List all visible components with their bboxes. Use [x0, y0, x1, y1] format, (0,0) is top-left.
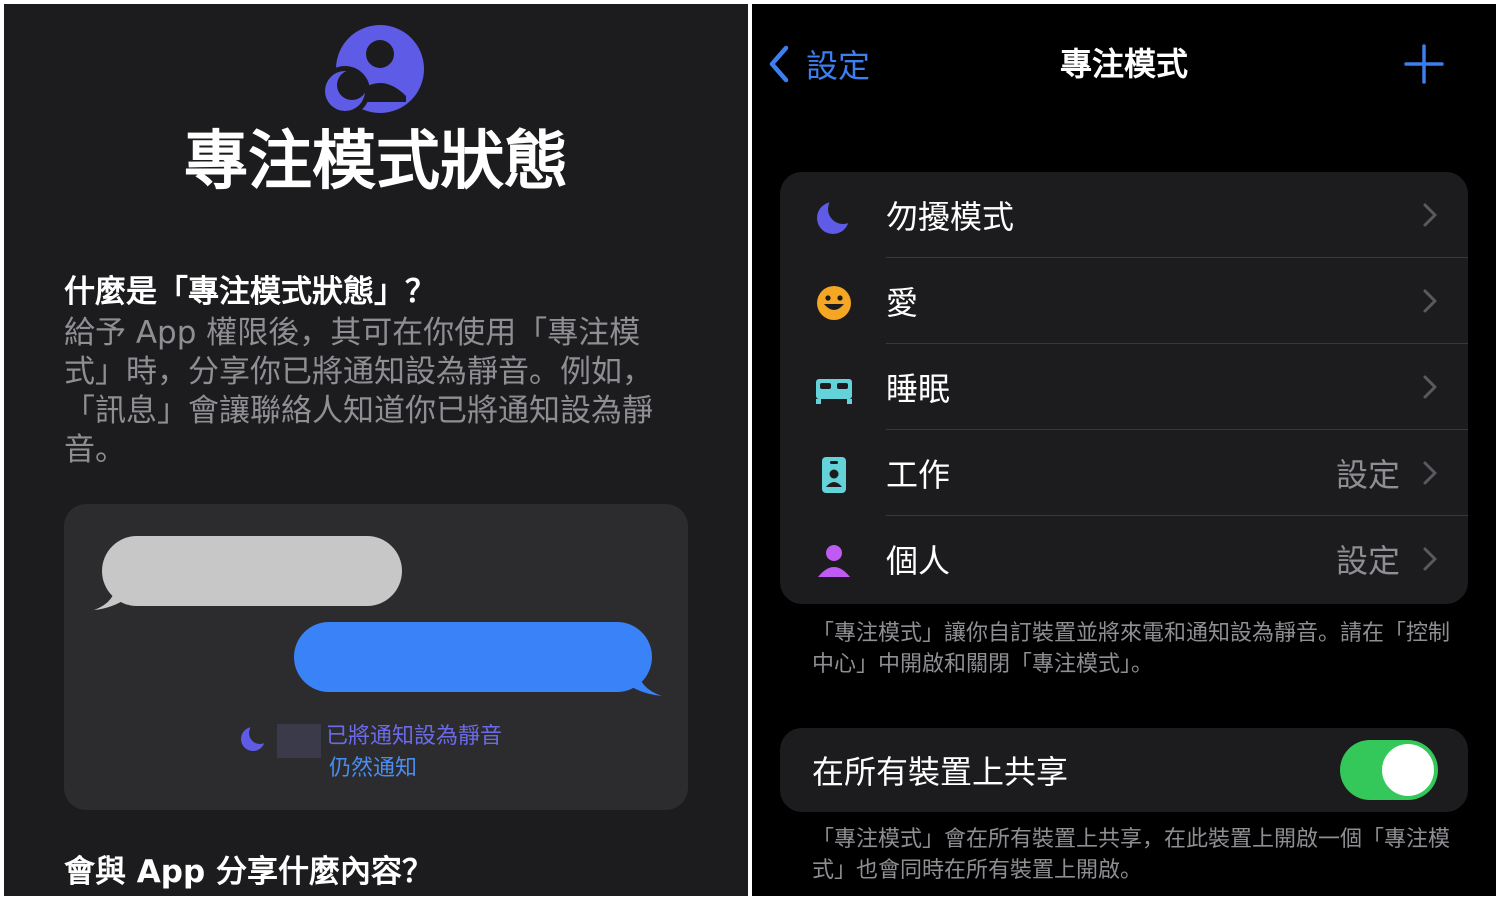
- message-preview-card: 已將通知設為靜音 仍然通知: [64, 504, 688, 810]
- incoming-bubble-tail: [94, 582, 130, 610]
- chevron-right-icon: [1423, 547, 1437, 571]
- focus-row-sleep[interactable]: 睡眠: [780, 344, 1468, 430]
- chevron-right-icon: [1423, 203, 1437, 227]
- focus-row-label: 愛: [886, 284, 919, 322]
- share-across-devices-toggle[interactable]: [1340, 740, 1438, 800]
- focus-settings-panel: 設定 專注模式 勿擾模式 愛 睡眠 工作 設定 個人 設定 「專注模式」讓你自訂…: [752, 4, 1496, 896]
- focus-row-label: 個人: [886, 542, 951, 580]
- moon-icon: [241, 726, 266, 751]
- id-badge-icon: [822, 457, 846, 493]
- share-across-devices-label: 在所有裝置上共享: [812, 753, 1069, 791]
- focus-row-personal[interactable]: 個人 設定: [780, 516, 1468, 602]
- person-icon: [818, 545, 850, 577]
- focus-row-work[interactable]: 工作 設定: [780, 430, 1468, 516]
- focus-row-label: 工作: [886, 456, 951, 494]
- focus-row-value: 設定: [1335, 456, 1400, 494]
- bed-icon: [816, 379, 852, 404]
- moon-icon: [817, 197, 854, 234]
- outgoing-message-bubble: [294, 622, 652, 692]
- chevron-right-icon: [1423, 375, 1437, 399]
- smiley-icon: [817, 286, 851, 320]
- share-across-devices-row: 在所有裝置上共享: [780, 728, 1468, 812]
- description-text: 給予 App 權限後，其可在你使用「專注模式」時，分享你已將通知設為靜音。例如，…: [64, 315, 653, 468]
- nav-title: 專注模式: [1059, 45, 1188, 83]
- contact-name-placeholder: [277, 724, 321, 758]
- focus-status-logo-icon: [320, 25, 424, 116]
- incoming-message-bubble: [102, 536, 402, 606]
- notify-anyway-link[interactable]: 仍然通知: [329, 754, 417, 784]
- silenced-status-text: 已將通知設為靜音: [326, 724, 503, 749]
- toggle-knob: [1382, 744, 1434, 796]
- focus-mode-list: 勿擾模式 愛 睡眠 工作 設定 個人 設定: [780, 172, 1468, 604]
- focus-row-value: 設定: [1335, 542, 1400, 580]
- focus-row-label: 睡眠: [886, 370, 951, 408]
- plus-icon[interactable]: [1404, 44, 1444, 84]
- chevron-right-icon: [1423, 289, 1437, 313]
- page-title: 專注模式狀態: [184, 125, 568, 199]
- focus-row-love[interactable]: 愛: [780, 258, 1468, 344]
- screenshot-frame: 專注模式狀態 什麼是「專注模式狀態」？ 給予 App 權限後，其可在你使用「專注…: [0, 0, 1500, 900]
- chevron-right-icon: [1423, 461, 1437, 485]
- share-footnote: 「專注模式」會在所有裝置上共享，在此裝置上開啟一個「專注模式」也會同時在所有裝置…: [812, 827, 1451, 883]
- focus-row-do-not-disturb[interactable]: 勿擾模式: [780, 172, 1468, 258]
- outgoing-bubble-tail: [624, 668, 662, 696]
- focus-footnote: 「專注模式」讓你自訂裝置並將來電和通知設為靜音。請在「控制中心」中開啟和關閉「專…: [812, 621, 1451, 677]
- focus-status-panel: 專注模式狀態 什麼是「專注模式狀態」？ 給予 App 權限後，其可在你使用「專注…: [4, 4, 748, 896]
- focus-row-label: 勿擾模式: [886, 198, 1015, 236]
- what-is-heading: 什麼是「專注模式狀態」？: [64, 274, 436, 310]
- what-is-shared-heading: 會與 App 分享什麼內容？: [64, 854, 433, 890]
